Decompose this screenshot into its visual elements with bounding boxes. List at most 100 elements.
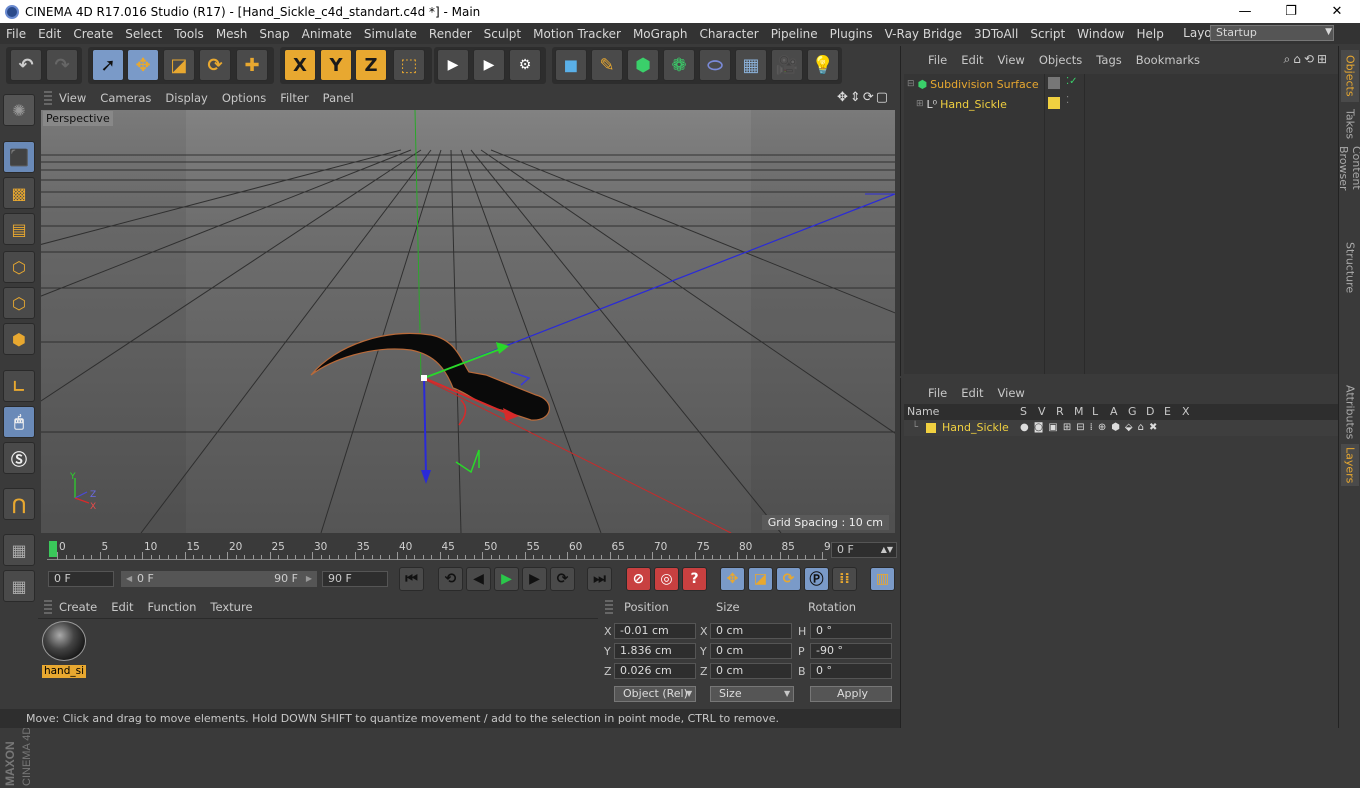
layer-toggle-icons[interactable]: ●◙▣⊞⊟⁞⊕⬢⬙⌂✖ [1020, 420, 1162, 436]
menu-help[interactable]: Help [1130, 27, 1169, 41]
objects-menu-objects[interactable]: Objects [1032, 53, 1089, 67]
z-axis-lock-button[interactable]: Z [355, 49, 387, 81]
play-icon[interactable]: ▶ [494, 567, 519, 591]
col-animation[interactable]: A [1110, 404, 1118, 420]
menu-snap[interactable]: Snap [253, 27, 295, 41]
tab-objects[interactable]: Objects [1341, 50, 1359, 102]
record-position-icon[interactable]: ✥ [720, 567, 745, 591]
col-locked[interactable]: L [1092, 404, 1098, 420]
apply-button[interactable]: Apply [810, 686, 892, 702]
go-to-start-icon[interactable]: ⏮ [399, 567, 424, 591]
scale-tool-icon[interactable]: ◪ [163, 49, 195, 81]
layer-name[interactable]: Hand_Sickle [942, 420, 1009, 436]
camera-icon[interactable]: 🎥 [771, 49, 803, 81]
drag-handle-icon[interactable] [44, 91, 52, 105]
menu-edit[interactable]: Edit [32, 27, 67, 41]
recent-tool-icon[interactable]: ✚ [236, 49, 268, 81]
size-x-field[interactable]: 0 cm [710, 623, 792, 639]
make-editable-icon[interactable]: ✺ [3, 94, 35, 126]
objects-menu-file[interactable]: File [921, 53, 954, 67]
previous-key-icon[interactable]: ⟲ [438, 567, 463, 591]
menu-tools[interactable]: Tools [168, 27, 210, 41]
polygons-mode-icon[interactable]: ⬢ [3, 323, 35, 355]
workplane-align-icon[interactable]: ▦ [3, 570, 35, 602]
timeline-window-icon[interactable]: ▥ [870, 567, 895, 591]
start-frame-field[interactable]: 0 F [48, 571, 114, 587]
model-mode-icon[interactable]: ⬛ [3, 141, 35, 173]
menu-select[interactable]: Select [119, 27, 168, 41]
col-generators[interactable]: G [1128, 404, 1137, 420]
menu-render[interactable]: Render [423, 27, 478, 41]
redo-icon[interactable]: ↷ [46, 49, 78, 81]
col-solo[interactable]: S [1020, 404, 1027, 420]
menu-animate[interactable]: Animate [296, 27, 358, 41]
objects-toolbar-icons[interactable]: ⌕⌂⟲⊞ [1284, 52, 1330, 67]
record-active-objects-icon[interactable]: ⊘ [626, 567, 651, 591]
record-rotation-icon[interactable]: ⟳ [776, 567, 801, 591]
minimize-button[interactable]: — [1222, 0, 1268, 23]
keyframe-selection-icon[interactable]: ? [682, 567, 707, 591]
points-mode-icon[interactable]: ⬡ [3, 251, 35, 283]
size-mode-select[interactable]: Size [710, 686, 794, 702]
layers-menu-file[interactable]: File [921, 386, 954, 400]
col-view[interactable]: V [1038, 404, 1046, 420]
axis-mode-icon[interactable]: ∟ [3, 370, 35, 402]
next-key-icon[interactable]: ⟳ [550, 567, 575, 591]
record-scale-icon[interactable]: ◪ [748, 567, 773, 591]
live-selection-icon[interactable]: ➚ [92, 49, 124, 81]
object-name[interactable]: Hand_Sickle [940, 98, 1007, 111]
record-point-level-icon[interactable]: ⁞⁞ [832, 567, 857, 591]
layout-select[interactable]: Startup [1210, 25, 1334, 41]
menu-script[interactable]: Script [1024, 27, 1071, 41]
viewport-menu-panel[interactable]: Panel [316, 91, 361, 105]
coordinate-mode-select[interactable]: Object (Rel) [614, 686, 696, 702]
light-bulb-icon[interactable]: 💡 [807, 49, 839, 81]
render-view-icon[interactable]: ▶ [437, 49, 469, 81]
workplane-lock-icon[interactable]: ▦ [3, 534, 35, 566]
render-picture-viewer-icon[interactable]: ▶ [473, 49, 505, 81]
phong-tag-icon[interactable] [1048, 77, 1060, 89]
col-xref[interactable]: X [1182, 404, 1190, 420]
magnet-icon[interactable]: ⋂ [3, 488, 35, 520]
rotate-tool-icon[interactable]: ⟳ [199, 49, 231, 81]
pen-spline-icon[interactable]: ✎ [591, 49, 623, 81]
size-y-field[interactable]: 0 cm [710, 643, 792, 659]
frame-ruler[interactable]: 051015202530354045505560657075808590 [47, 538, 837, 564]
expand-icon[interactable]: ⊟ [907, 79, 915, 89]
undo-icon[interactable]: ↶ [10, 49, 42, 81]
viewport-menu-filter[interactable]: Filter [273, 91, 315, 105]
move-tool-icon[interactable]: ✥ [127, 49, 159, 81]
tab-takes[interactable]: Takes [1341, 104, 1359, 144]
position-y-field[interactable]: 1.836 cm [614, 643, 696, 659]
menu-3dtoall[interactable]: 3DToAll [968, 27, 1024, 41]
position-x-field[interactable]: -0.01 cm [614, 623, 696, 639]
menu-mograph[interactable]: MoGraph [627, 27, 694, 41]
col-deformers[interactable]: D [1146, 404, 1154, 420]
tab-layers[interactable]: Layers [1341, 444, 1359, 486]
drag-handle-icon[interactable] [605, 600, 613, 614]
cube-primitive-icon[interactable]: ◼ [555, 49, 587, 81]
col-name[interactable]: Name [907, 404, 939, 420]
rotation-p-field[interactable]: -90 ° [810, 643, 892, 659]
menu-sculpt[interactable]: Sculpt [478, 27, 527, 41]
rotation-h-field[interactable]: 0 ° [810, 623, 892, 639]
menu-file[interactable]: File [0, 27, 32, 41]
cloner-icon[interactable]: ❁ [663, 49, 695, 81]
frame-range-slider[interactable]: ◀ 0 F 90 F ▶ [121, 571, 317, 587]
col-render[interactable]: R [1056, 404, 1064, 420]
viewport-menu-view[interactable]: View [52, 91, 93, 105]
x-axis-lock-button[interactable]: X [284, 49, 316, 81]
texture-mode-icon[interactable]: ▩ [3, 177, 35, 209]
menu-vray-bridge[interactable]: V-Ray Bridge [879, 27, 968, 41]
floor-scene-icon[interactable]: ▦ [735, 49, 767, 81]
menu-pipeline[interactable]: Pipeline [765, 27, 824, 41]
menu-window[interactable]: Window [1071, 27, 1130, 41]
viewport-menu-cameras[interactable]: Cameras [93, 91, 158, 105]
tab-content-browser[interactable]: Content Browser [1337, 146, 1360, 236]
deformer-icon[interactable]: ⬭ [699, 49, 731, 81]
col-expressions[interactable]: E [1164, 404, 1171, 420]
tab-attributes[interactable]: Attributes [1341, 382, 1359, 442]
position-z-field[interactable]: 0.026 cm [614, 663, 696, 679]
visibility-dots-icon[interactable]: ⁚ [1066, 95, 1069, 106]
y-axis-lock-button[interactable]: Y [320, 49, 352, 81]
